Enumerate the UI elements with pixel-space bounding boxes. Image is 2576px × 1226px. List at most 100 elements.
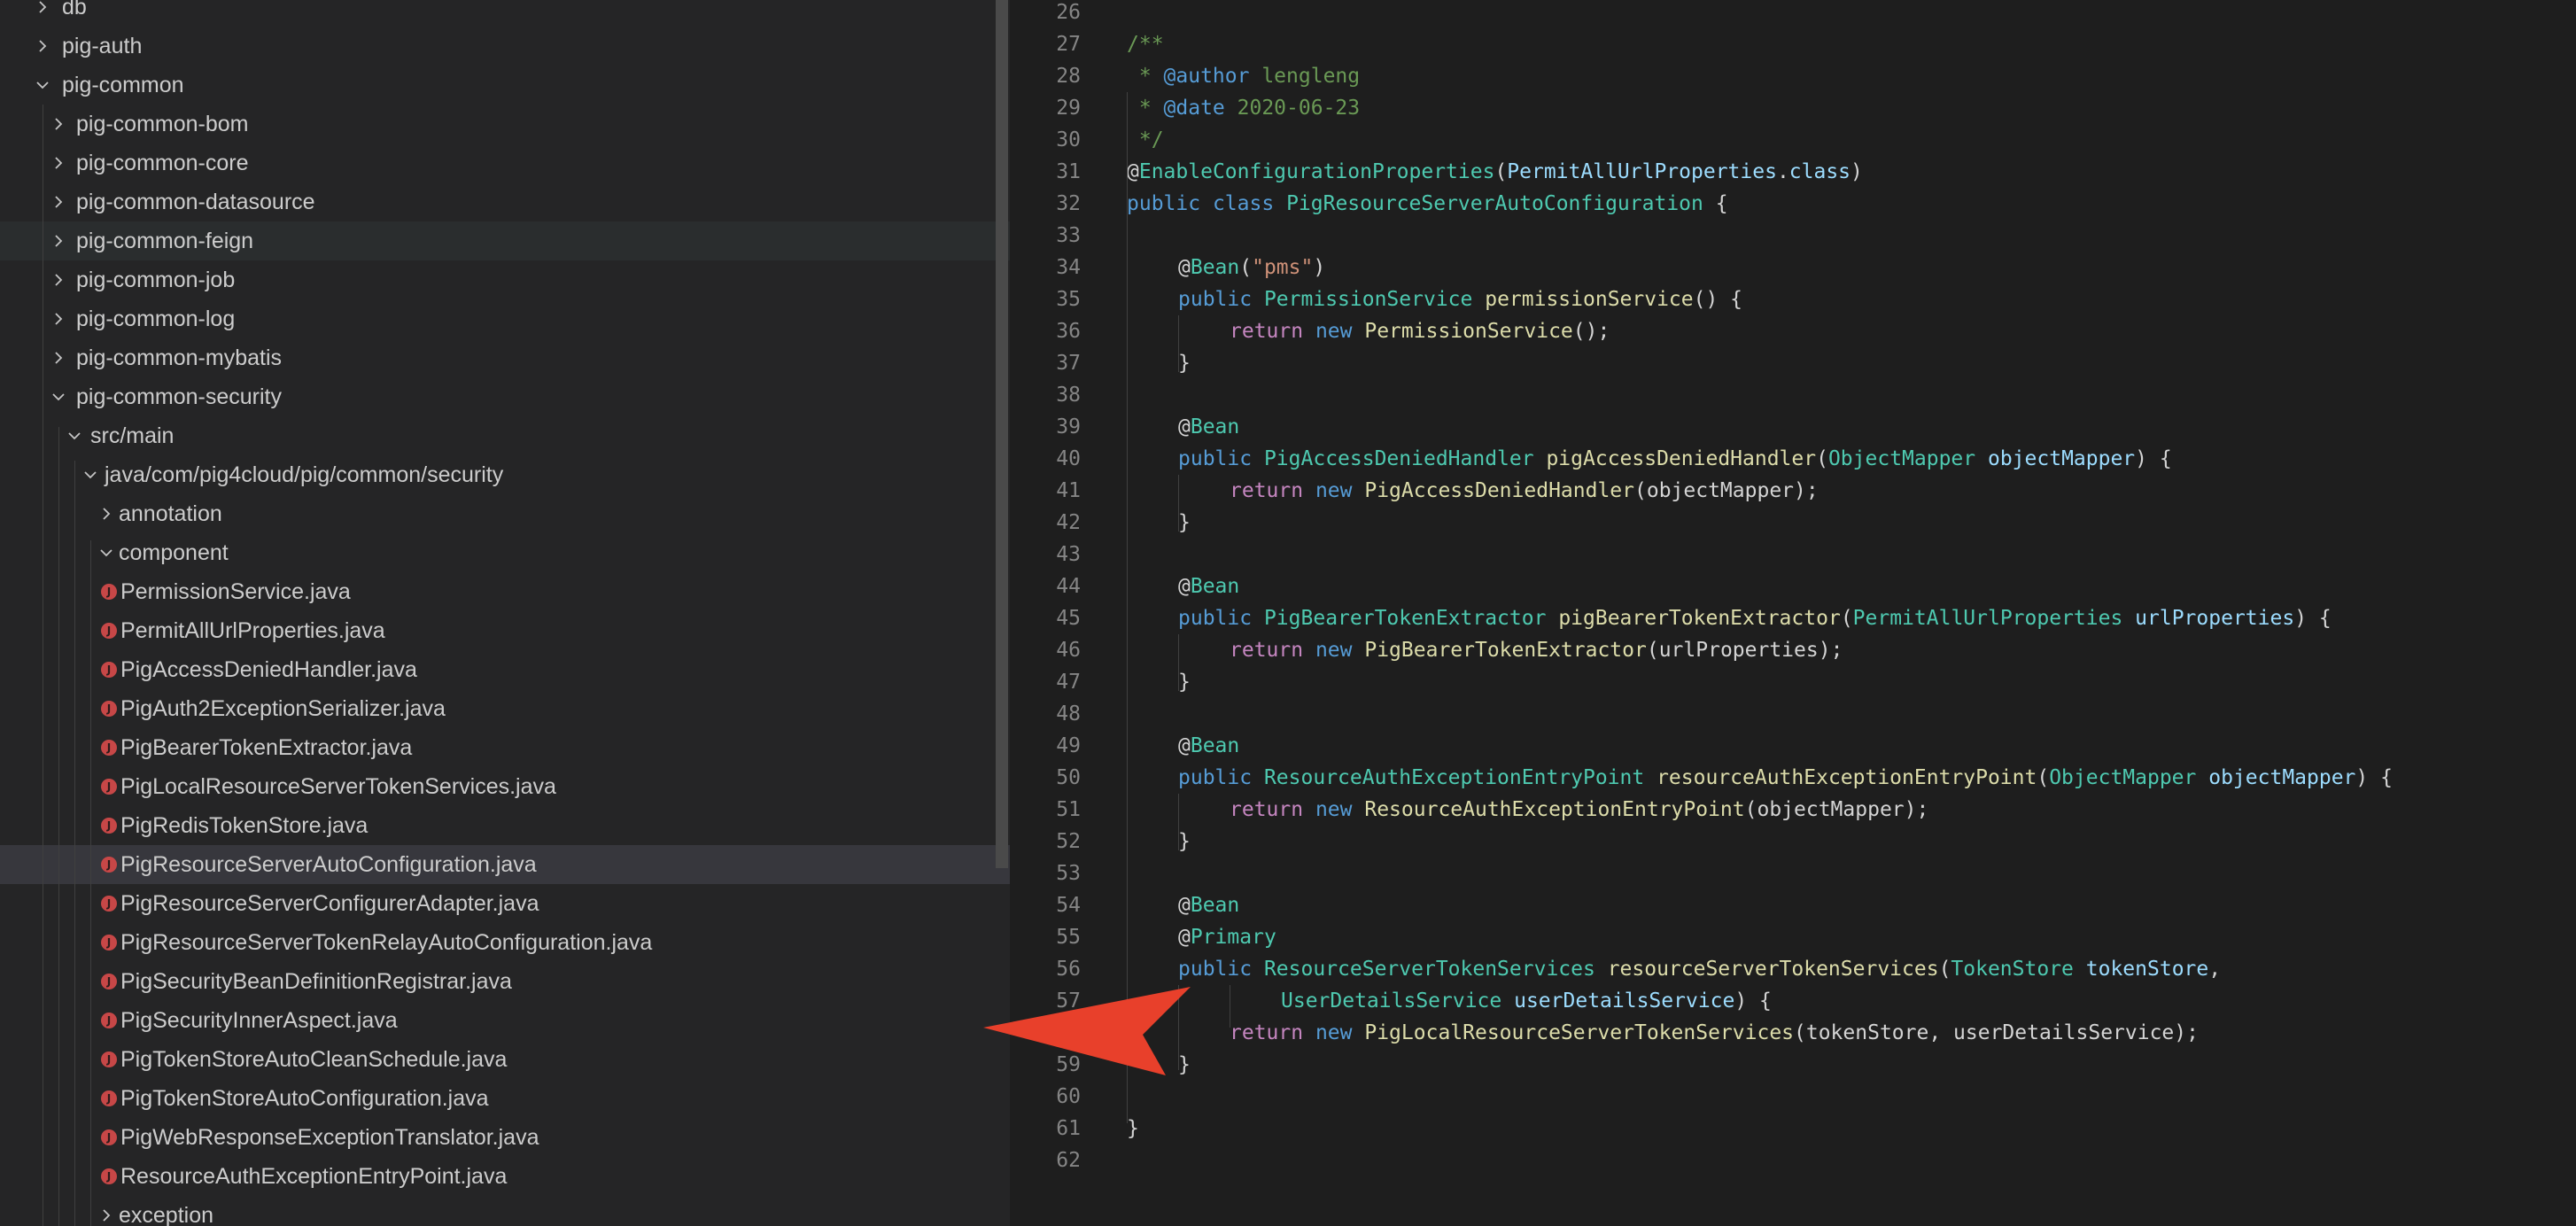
- code-token: lengleng: [1249, 65, 1361, 88]
- folder-item[interactable]: pig-common-security: [0, 377, 1010, 416]
- item-label: component: [119, 540, 229, 565]
- chevron-down-icon[interactable]: [97, 533, 115, 572]
- file-item[interactable]: J PigWebResponseExceptionTranslator.java: [0, 1118, 1010, 1157]
- chevron-right-icon[interactable]: [50, 338, 67, 377]
- code-token: tokenStore: [2085, 958, 2209, 981]
- code-line: 56 public ResourceServerTokenServices res…: [1010, 953, 2576, 985]
- line-number: 30: [1056, 128, 1081, 151]
- item-label: PigBearerTokenExtractor.java: [120, 735, 413, 760]
- item-label: PigSecurityInnerAspect.java: [120, 1008, 398, 1033]
- code-token: @: [1178, 894, 1191, 917]
- code-editor[interactable]: 26 27/** 28 * @author lengleng 29 * @date 2…: [1010, 0, 2576, 1226]
- folder-item[interactable]: annotation: [0, 494, 1010, 533]
- code-line: 29 * @date 2020-06-23: [1010, 92, 2576, 124]
- chevron-down-icon[interactable]: [34, 66, 51, 105]
- line-number: 36: [1056, 320, 1081, 343]
- code-token: public: [1178, 958, 1253, 981]
- file-item[interactable]: J PigRedisTokenStore.java: [0, 806, 1010, 845]
- code-token: userDetailsService: [1514, 989, 1735, 1013]
- file-item[interactable]: J PigBearerTokenExtractor.java: [0, 728, 1010, 767]
- code-token: pigAccessDeniedHandler: [1546, 447, 1817, 470]
- folder-item[interactable]: pig-common-datasource: [0, 182, 1010, 221]
- line-number: 62: [1056, 1149, 1081, 1172]
- file-item[interactable]: J ResourceAuthExceptionEntryPoint.java: [0, 1157, 1010, 1196]
- code-token: return: [1230, 639, 1304, 662]
- folder-item[interactable]: java/com/pig4cloud/pig/common/security: [0, 455, 1010, 494]
- folder-item[interactable]: component: [0, 533, 1010, 572]
- file-item[interactable]: J PigTokenStoreAutoCleanSchedule.java: [0, 1040, 1010, 1079]
- indent-guide: [90, 540, 91, 1226]
- file-item[interactable]: J PigResourceServerConfigurerAdapter.java: [0, 884, 1010, 923]
- java-file-icon: J: [101, 1090, 117, 1106]
- code-token: PigResourceServerAutoConfiguration: [1286, 192, 1703, 215]
- chevron-right-icon[interactable]: [97, 494, 115, 533]
- chevron-right-icon[interactable]: [50, 144, 67, 182]
- line-number: 42: [1056, 511, 1081, 534]
- chevron-right-icon[interactable]: [97, 1196, 115, 1226]
- line-number: 53: [1056, 862, 1081, 885]
- code-line: 31 @EnableConfigurationProperties(PermitA…: [1010, 156, 2576, 188]
- code-token: return: [1230, 1021, 1304, 1044]
- item-label: annotation: [119, 501, 222, 526]
- java-file-icon: J: [101, 1168, 117, 1184]
- file-item[interactable]: J PigResourceServerTokenRelayAutoConfigur…: [0, 923, 1010, 962]
- code-token: ResourceAuthExceptionEntryPoint: [1263, 766, 1645, 789]
- chevron-down-icon[interactable]: [50, 377, 67, 416]
- explorer-scrollbar[interactable]: [996, 0, 1008, 868]
- line-number: 39: [1056, 415, 1081, 438]
- item-label: PigResourceServerConfigurerAdapter.java: [120, 891, 539, 916]
- chevron-right-icon[interactable]: [50, 260, 67, 299]
- file-item[interactable]: J PigAccessDeniedHandler.java: [0, 650, 1010, 689]
- file-item[interactable]: J PermitAllUrlProperties.java: [0, 611, 1010, 650]
- item-label: PermissionService.java: [120, 579, 351, 604]
- folder-item[interactable]: pig-common: [0, 66, 1010, 105]
- code-token: (objectMapper);: [1634, 479, 1819, 502]
- line-number: 60: [1056, 1085, 1081, 1108]
- code-line: 36 return new PermissionService();: [1010, 315, 2576, 347]
- code-token: return: [1230, 479, 1304, 502]
- file-item[interactable]: J PigResourceServerAutoConfiguration.java: [0, 845, 1010, 884]
- chevron-right-icon[interactable]: [50, 105, 67, 144]
- code-token: Bean: [1190, 256, 1240, 279]
- item-label: PigTokenStoreAutoConfiguration.java: [120, 1086, 489, 1111]
- folder-item[interactable]: pig-common-mybatis: [0, 338, 1010, 377]
- file-item[interactable]: J PigSecurityBeanDefinitionRegistrar.java: [0, 962, 1010, 1001]
- chevron-right-icon[interactable]: [34, 0, 51, 27]
- line-number: 26: [1056, 1, 1081, 24]
- file-item[interactable]: J PigAuth2ExceptionSerializer.java: [0, 689, 1010, 728]
- folder-item[interactable]: pig-common-bom: [0, 105, 1010, 144]
- chevron-down-icon[interactable]: [81, 455, 99, 494]
- folder-item[interactable]: exception: [0, 1196, 1010, 1226]
- folder-item[interactable]: db: [0, 0, 1010, 27]
- chevron-right-icon[interactable]: [50, 299, 67, 338]
- item-label: pig-common-security: [76, 384, 283, 409]
- chevron-right-icon[interactable]: [50, 182, 67, 221]
- file-item[interactable]: J PigTokenStoreAutoConfiguration.java: [0, 1079, 1010, 1118]
- folder-item[interactable]: pig-common-feign: [0, 221, 1010, 260]
- code-token: public: [1178, 766, 1253, 789]
- folder-item[interactable]: pig-common-core: [0, 144, 1010, 182]
- file-item[interactable]: J PermissionService.java: [0, 572, 1010, 611]
- indent-guide: [1178, 794, 1179, 850]
- file-item[interactable]: J PigSecurityInnerAspect.java: [0, 1001, 1010, 1040]
- chevron-right-icon[interactable]: [34, 27, 51, 66]
- code-token: return: [1230, 798, 1304, 821]
- file-item[interactable]: J PigLocalResourceServerTokenServices.jav…: [0, 767, 1010, 806]
- chevron-right-icon[interactable]: [50, 221, 67, 260]
- code-text: return new PigBearerTokenExtractor(urlPr…: [1230, 634, 1843, 666]
- folder-item[interactable]: src/main: [0, 416, 1010, 455]
- code-token: new: [1315, 1021, 1353, 1044]
- code-token: PermitAllUrlProperties: [1852, 607, 2123, 630]
- java-file-icon: J: [101, 857, 117, 873]
- folder-item[interactable]: pig-auth: [0, 27, 1010, 66]
- chevron-down-icon[interactable]: [66, 416, 83, 455]
- folder-item[interactable]: pig-common-log: [0, 299, 1010, 338]
- line-number: 61: [1056, 1117, 1081, 1140]
- folder-item[interactable]: pig-common-job: [0, 260, 1010, 299]
- line-number: 37: [1056, 352, 1081, 375]
